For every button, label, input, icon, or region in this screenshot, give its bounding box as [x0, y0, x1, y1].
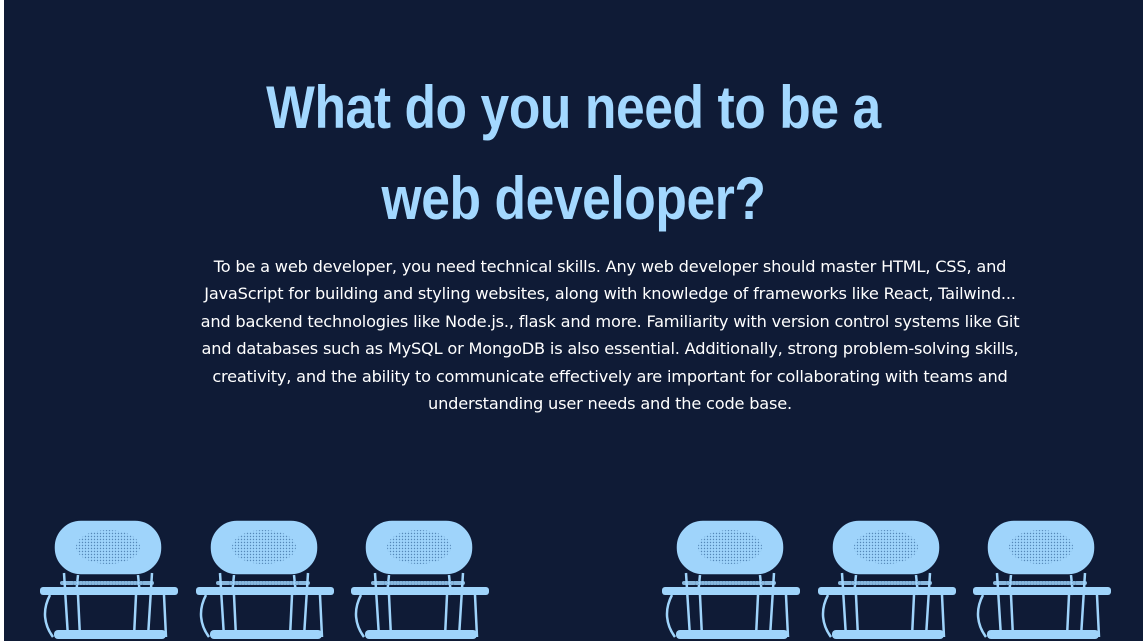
chair-icon [349, 518, 491, 641]
slide-title-line-2: web developer? [381, 165, 766, 232]
chair-icon [816, 518, 958, 641]
chair-group-left [38, 518, 491, 641]
slide-title-line-1: What do you need to be a [266, 74, 881, 141]
chairs-illustration [38, 518, 1113, 641]
chair-icon [660, 518, 802, 641]
slide-body-text: To be a web developer, you need technica… [200, 257, 1020, 414]
chair-icon [38, 518, 180, 641]
slide-title: What do you need to be a web developer? [80, 62, 1066, 244]
chair-icon [971, 518, 1113, 641]
chair-group-right [660, 518, 1113, 641]
chair-icon [194, 518, 336, 641]
slide: What do you need to be a web developer? … [4, 0, 1143, 641]
